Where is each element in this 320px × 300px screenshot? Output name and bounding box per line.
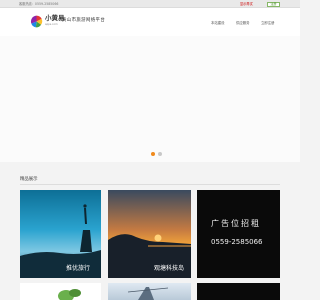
register-button[interactable]: 注册 — [267, 1, 280, 7]
gallery-caption: 观塘科技岛 — [154, 265, 185, 272]
gallery-item-tech-island[interactable]: 观塘科技岛 — [108, 190, 191, 278]
logo-icon[interactable] — [30, 15, 43, 28]
gallery-item-plant[interactable] — [20, 283, 101, 300]
site-slogan: 黄山市旅游网络平台 — [62, 18, 106, 23]
gallery-item-building[interactable] — [108, 283, 191, 300]
nav-item-build[interactable]: 本站建设 — [211, 20, 225, 25]
nav-item-register[interactable]: 立即注册 — [261, 20, 275, 25]
plant-image — [58, 289, 81, 300]
slider-dot-active[interactable] — [151, 152, 155, 156]
ad-title: 广告位招租 — [211, 219, 261, 228]
slider-dot[interactable] — [158, 152, 162, 156]
top-bar: 客服热线：0559-2585066 显示再试 注册 — [0, 0, 300, 8]
gallery-item-ad[interactable]: 广告位招租 0559-2585066 — [197, 190, 280, 278]
hotline-text: 客服热线：0559-2585066 — [19, 2, 59, 6]
logo-subtitle: apps.com — [45, 23, 58, 26]
site-header — [0, 8, 300, 36]
section-title: 精品展示 — [20, 177, 38, 182]
nav-item-service[interactable]: 供应服务 — [236, 20, 250, 25]
tower-image — [127, 287, 169, 300]
login-link[interactable]: 显示再试 — [240, 1, 253, 7]
banner-slider[interactable] — [0, 36, 300, 162]
gallery-caption: 推优旅行 — [66, 265, 91, 272]
gallery-item-travel[interactable]: 推优旅行 — [20, 190, 101, 278]
gallery-item-dark[interactable] — [197, 283, 280, 300]
ad-phone: 0559-2585066 — [211, 238, 263, 246]
section-divider — [20, 184, 280, 185]
